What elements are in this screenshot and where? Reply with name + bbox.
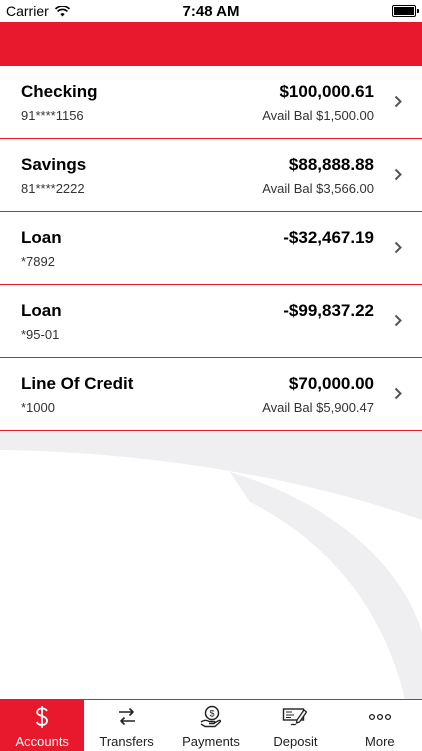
- account-balance: -$99,837.22: [283, 301, 374, 320]
- account-number: 91****1156: [21, 108, 84, 123]
- available-balance: Avail Bal $5,900.47: [262, 400, 374, 415]
- swoosh-graphic: [0, 432, 422, 700]
- account-name: Checking: [21, 82, 98, 101]
- tab-label: Transfers: [99, 734, 154, 749]
- account-balance: $88,888.88: [288, 155, 374, 174]
- account-name: Loan: [21, 228, 62, 247]
- account-number: *95-01: [21, 327, 60, 342]
- tab-deposit[interactable]: Deposit: [253, 700, 337, 751]
- battery-fill: [394, 7, 414, 15]
- chevron-right-icon: [394, 168, 402, 181]
- tab-label: Payments: [182, 734, 240, 749]
- account-number: *1000: [21, 400, 55, 415]
- tab-label: Deposit: [273, 734, 318, 749]
- svg-text:$: $: [210, 709, 215, 719]
- battery-icon: [392, 5, 419, 17]
- tab-bar: Accounts Transfers $ Payments Deposit Mo…: [0, 699, 422, 751]
- tab-more[interactable]: More: [338, 700, 422, 751]
- tab-transfers[interactable]: Transfers: [84, 700, 168, 751]
- account-row-loan-2[interactable]: Loan *95-01 -$99,837.22: [0, 285, 422, 358]
- account-balance: $70,000.00: [288, 374, 374, 393]
- tab-accounts[interactable]: Accounts: [0, 700, 85, 751]
- dollar-icon: [35, 704, 49, 730]
- account-name: Savings: [21, 155, 87, 174]
- more-icon: [368, 704, 392, 730]
- tab-label: More: [365, 734, 395, 749]
- clock: 7:48 AM: [182, 3, 240, 20]
- account-name: Line Of Credit: [21, 374, 134, 393]
- chevron-right-icon: [394, 387, 402, 400]
- account-balance: $100,000.61: [279, 82, 374, 101]
- transfer-icon: [116, 704, 138, 730]
- account-row-loan[interactable]: Loan *7892 -$32,467.19: [0, 212, 422, 285]
- payments-icon: $: [199, 704, 223, 730]
- account-row-savings[interactable]: Savings 81****2222 $88,888.88 Avail Bal …: [0, 139, 422, 212]
- available-balance: Avail Bal $3,566.00: [262, 181, 374, 196]
- chevron-right-icon: [394, 314, 402, 327]
- chevron-right-icon: [394, 95, 402, 108]
- status-bar: Carrier 7:48 AM: [0, 0, 422, 22]
- status-right: [392, 5, 419, 17]
- tab-label: Accounts: [15, 734, 69, 749]
- app-header: [0, 22, 422, 66]
- account-number: 81****2222: [21, 181, 85, 196]
- account-row-checking[interactable]: Checking 91****1156 $100,000.61 Avail Ba…: [0, 66, 422, 139]
- account-row-line-of-credit[interactable]: Line Of Credit *1000 $70,000.00 Avail Ba…: [0, 358, 422, 431]
- chevron-right-icon: [394, 241, 402, 254]
- account-balance: -$32,467.19: [283, 228, 374, 247]
- account-number: *7892: [21, 254, 55, 269]
- check-deposit-icon: [282, 704, 308, 730]
- account-list: Checking 91****1156 $100,000.61 Avail Ba…: [0, 66, 422, 431]
- background-swoosh: [0, 432, 422, 700]
- available-balance: Avail Bal $1,500.00: [262, 108, 374, 123]
- tab-payments[interactable]: $ Payments: [169, 700, 253, 751]
- account-name: Loan: [21, 301, 62, 320]
